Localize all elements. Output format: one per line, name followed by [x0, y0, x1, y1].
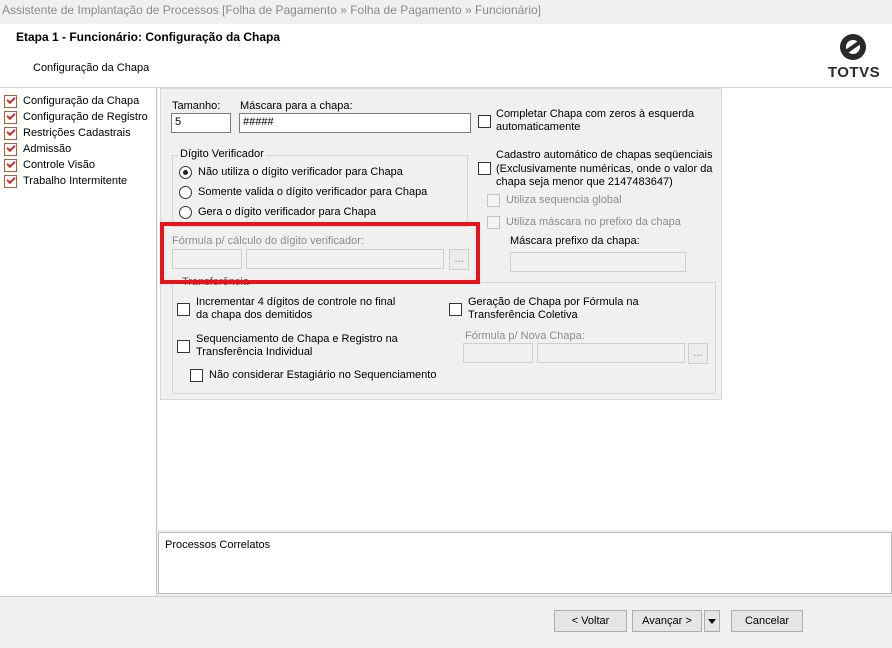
radio-somente-valida-label: Somente valida o dígito verificador para…: [198, 186, 428, 198]
wizard-footer: < Voltar Avançar > Cancelar: [0, 596, 892, 648]
sidebar-item-trabalho-intermitente[interactable]: Trabalho Intermitente: [4, 173, 127, 189]
avancar-button[interactable]: Avançar >: [632, 610, 702, 632]
sidebar-item-label: Restrições Cadastrais: [23, 127, 131, 139]
checklist-icon: [4, 126, 17, 140]
sidebar-item-controle-visao[interactable]: Controle Visão: [4, 157, 95, 173]
step-title: Etapa 1 - Funcionário: Configuração da C…: [16, 30, 281, 44]
totvs-logo-text: TOTVS: [827, 64, 881, 81]
geracao-formula-label-1: Geração de Chapa por Fórmula na: [468, 296, 639, 308]
mascara-label: Máscara para a chapa:: [240, 100, 353, 112]
radio-somente-valida[interactable]: [179, 186, 192, 199]
processos-correlatos-panel: Processos Correlatos: [158, 532, 892, 594]
highlight-box: [160, 222, 480, 284]
wizard-header: Etapa 1 - Funcionário: Configuração da C…: [0, 24, 892, 88]
sidebar-item-label: Configuração de Registro: [23, 111, 148, 123]
checklist-icon: [4, 158, 17, 172]
geracao-formula-label-2: Transferência Coletiva: [468, 309, 578, 321]
sequenciamento-checkbox[interactable]: [177, 340, 190, 353]
steps-sidebar: Configuração da Chapa Configuração de Re…: [0, 88, 157, 596]
totvs-logo-icon: [840, 34, 866, 60]
tamanho-label: Tamanho:: [172, 100, 221, 112]
cancelar-button[interactable]: Cancelar: [731, 610, 803, 632]
sidebar-item-configuracao-chapa[interactable]: Configuração da Chapa: [4, 93, 139, 109]
sidebar-item-label: Trabalho Intermitente: [23, 175, 128, 187]
cadastro-automatico-label-3: chapa seja menor que 2147483647): [496, 176, 673, 188]
sequencia-global-label: Utiliza sequencia global: [506, 194, 622, 206]
checklist-icon: [4, 110, 17, 124]
checklist-icon: [4, 174, 17, 188]
incrementar-digitos-label-2: da chapa dos demitidos: [196, 309, 313, 321]
radio-gera-digito[interactable]: [179, 206, 192, 219]
completar-zeros-label-2: automaticamente: [496, 121, 581, 133]
sidebar-item-restricoes-cadastrais[interactable]: Restrições Cadastrais: [4, 125, 131, 141]
sequenciamento-label-1: Sequenciamento de Chapa e Registro na: [196, 333, 398, 345]
mascara-prefixo-label: Máscara prefixo da chapa:: [510, 235, 640, 247]
radio-gera-digito-label: Gera o dígito verificador para Chapa: [198, 206, 376, 218]
window-title: Assistente de Implantação de Processos […: [0, 0, 892, 24]
incrementar-digitos-checkbox[interactable]: [177, 303, 190, 316]
completar-zeros-label-1: Completar Chapa com zeros à esquerda: [496, 108, 695, 120]
nao-considerar-estagiario-label: Não considerar Estagiário no Sequenciame…: [209, 369, 437, 381]
mascara-input[interactable]: #####: [239, 113, 471, 133]
digito-verificador-legend: Dígito Verificador: [178, 148, 266, 160]
geracao-formula-checkbox[interactable]: [449, 303, 462, 316]
formula-nova-chapa-label: Fórmula p/ Nova Chapa:: [465, 330, 585, 342]
cadastro-automatico-checkbox[interactable]: [478, 162, 491, 175]
checklist-icon: [4, 142, 17, 156]
radio-nao-utiliza-digito[interactable]: [179, 166, 192, 179]
mascara-prefixo-checkbox-label: Utiliza máscara no prefixo da chapa: [506, 216, 681, 228]
sidebar-item-label: Configuração da Chapa: [23, 95, 140, 107]
cadastro-automatico-label-2: (Exclusivamente numéricas, onde o valor …: [496, 163, 713, 175]
mascara-prefixo-checkbox[interactable]: [487, 216, 500, 229]
sidebar-item-label: Admissão: [23, 143, 72, 155]
sidebar-item-admissao[interactable]: Admissão: [4, 141, 71, 157]
avancar-dropdown-button[interactable]: [704, 610, 720, 632]
sidebar-item-configuracao-registro[interactable]: Configuração de Registro: [4, 109, 148, 125]
voltar-button[interactable]: < Voltar: [554, 610, 627, 632]
formula-nova-chapa-code-input[interactable]: [463, 343, 533, 363]
sidebar-item-label: Controle Visão: [23, 159, 95, 171]
radio-nao-utiliza-label: Não utiliza o dígito verificador para Ch…: [198, 166, 403, 178]
processos-correlatos-title: Processos Correlatos: [165, 539, 271, 551]
completar-zeros-checkbox[interactable]: [478, 115, 491, 128]
tamanho-input[interactable]: 5: [171, 113, 231, 133]
step-subtitle: Configuração da Chapa: [33, 62, 150, 74]
sequenciamento-label-2: Transferência Individual: [196, 346, 313, 358]
incrementar-digitos-label-1: Incrementar 4 dígitos de controle no fin…: [196, 296, 396, 308]
nao-considerar-estagiario-checkbox[interactable]: [190, 369, 203, 382]
sequencia-global-checkbox[interactable]: [487, 194, 500, 207]
formula-nova-chapa-desc-input[interactable]: [537, 343, 685, 363]
formula-nova-chapa-browse-button[interactable]: ...: [688, 343, 708, 364]
totvs-logo: TOTVS: [826, 34, 882, 82]
mascara-prefixo-input[interactable]: [510, 252, 686, 272]
checklist-icon: [4, 94, 17, 108]
cadastro-automatico-label-1: Cadastro automático de chapas seqüenciai…: [496, 149, 713, 161]
